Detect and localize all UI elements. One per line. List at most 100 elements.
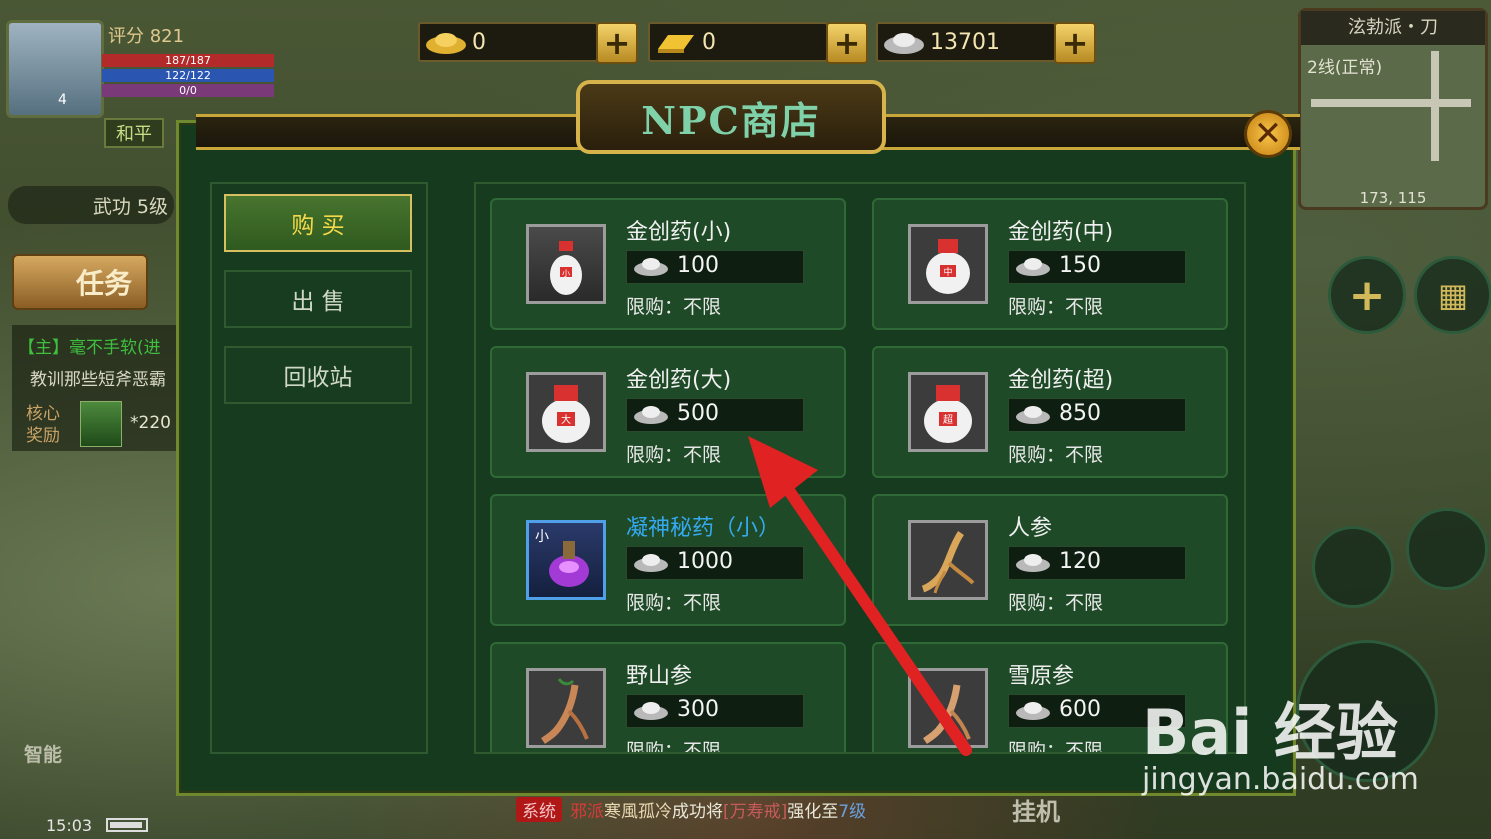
shop-item-card[interactable]: 中 金创药(中) 150 限购：不限 [872, 198, 1228, 330]
chat-level: 7级 [838, 801, 867, 822]
svg-text:小: 小 [562, 269, 570, 278]
add-silver-button[interactable]: + [1054, 22, 1096, 64]
chat-player: 寒風孤冷 [604, 801, 672, 822]
super-medicine-jar-icon: 超 [908, 372, 988, 452]
item-price-box: 300 [626, 694, 804, 728]
item-price: 120 [1059, 549, 1101, 574]
shop-item-card[interactable]: 野山参 300 限购：不限 [490, 642, 846, 752]
add-skill-button[interactable]: + [1328, 256, 1406, 334]
currency-value: 0 [472, 29, 486, 55]
close-button[interactable]: ✕ [1244, 110, 1292, 158]
battery-icon [106, 818, 148, 832]
item-price-box: 850 [1008, 398, 1186, 432]
shop-item-card[interactable]: 超 金创药(超) 850 限购：不限 [872, 346, 1228, 478]
currency-gold-bar: 0 [648, 22, 828, 62]
shop-item-grid: 小 金创药(小) 100 限购：不限 中 金创药(中) 150 限购：不限 大 … [474, 182, 1246, 754]
quest-desc: 教训那些短斧恶霸 [30, 370, 166, 390]
shop-item-card[interactable]: 人参 120 限购：不限 [872, 494, 1228, 626]
currency-value: 0 [702, 29, 716, 55]
shop-item-card[interactable]: 大 金创药(大) 500 限购：不限 [490, 346, 846, 478]
shop-title-plate: NPC商店 [576, 80, 886, 154]
system-chat[interactable]: 系统 邪派 寒風孤冷 成功将 [万寿戒] 强化至 7级 [516, 796, 866, 822]
silver-ingot-icon [1016, 702, 1050, 720]
martial-level[interactable]: 武功 5级 [8, 186, 174, 224]
player-avatar[interactable] [6, 20, 104, 118]
item-price: 100 [677, 253, 719, 278]
quest-tracker[interactable]: 【主】毫不手软(进 教训那些短斧恶霸 核心奖励 *220 [12, 325, 182, 451]
reward-label: 核心奖励 [26, 404, 60, 446]
quest-title: 【主】毫不手软(进 [18, 338, 161, 358]
currency-silver: 13701 [876, 22, 1056, 62]
item-limit: 限购：不限 [626, 444, 722, 466]
currency-value: 13701 [930, 29, 1000, 55]
shop-item-card[interactable]: 小 凝神秘药（小） 1000 限购：不限 [490, 494, 846, 626]
mp-bar: 122/122 [102, 69, 274, 82]
item-name: 野山参 [626, 664, 693, 689]
add-gold-ingot-button[interactable]: + [596, 22, 638, 64]
wild-ginseng-icon [526, 668, 606, 748]
small-medicine-jar-icon: 小 [526, 224, 606, 304]
skill-button[interactable] [1312, 526, 1394, 608]
skill-button[interactable] [1406, 508, 1488, 590]
shop-tab-column [210, 182, 428, 754]
pk-mode-button[interactable]: 和平 [104, 118, 164, 148]
baidu-watermark: Bai 经验 jingyan.baidu.com [1142, 682, 1419, 797]
score-label: 评分 821 [108, 26, 185, 47]
ginseng-icon [908, 520, 988, 600]
player-coordinates: 173, 115 [1359, 189, 1427, 207]
task-button[interactable]: 任务 [12, 254, 148, 310]
minimap-title: 泫勃派・刀 [1301, 11, 1485, 45]
silver-ingot-icon [634, 554, 668, 572]
chat-channel-badge: 系统 [516, 796, 562, 822]
map-road [1311, 99, 1471, 107]
item-name: 金创药(超) [1008, 368, 1114, 393]
silver-ingot-icon [634, 702, 668, 720]
chat-text: 强化至 [787, 801, 839, 822]
silver-ingot-icon [634, 406, 668, 424]
item-price: 150 [1059, 253, 1101, 278]
watermark-logo: Bai 经验 [1142, 696, 1398, 769]
item-limit: 限购：不限 [626, 592, 722, 614]
chat-faction: 邪派 [570, 801, 604, 822]
item-limit: 限购：不限 [1008, 444, 1104, 466]
svg-text:中: 中 [943, 266, 952, 278]
snow-ginseng-icon [908, 668, 988, 748]
close-icon: ✕ [1253, 114, 1283, 154]
tab-buy[interactable]: 购 买 [224, 194, 412, 252]
chat-text: 成功将 [672, 801, 723, 822]
large-medicine-jar-icon: 大 [526, 372, 606, 452]
item-limit: 限购：不限 [1008, 740, 1104, 754]
rage-bar: 0/0 [102, 84, 274, 97]
menu-grid-button[interactable]: ▦ [1414, 256, 1491, 334]
item-price: 300 [677, 697, 719, 722]
item-price-box: 100 [626, 250, 804, 284]
shop-item-card[interactable]: 小 金创药(小) 100 限购：不限 [490, 198, 846, 330]
reward-value: *220 [130, 413, 171, 433]
svg-text:大: 大 [561, 413, 571, 426]
item-limit: 限购：不限 [1008, 296, 1104, 318]
medium-medicine-jar-icon: 中 [908, 224, 988, 304]
item-price: 850 [1059, 401, 1101, 426]
silver-ingot-icon [1016, 406, 1050, 424]
item-price: 600 [1059, 697, 1101, 722]
tab-sell[interactable]: 出 售 [224, 270, 412, 328]
auto-button[interactable]: 智能 [24, 740, 94, 784]
task-button-label: 任务 [75, 267, 132, 300]
hp-bar: 187/187 [102, 54, 274, 67]
tab-recycle[interactable]: 回收站 [224, 346, 412, 404]
item-name: 金创药(中) [1008, 220, 1114, 245]
item-price-box: 500 [626, 398, 804, 432]
silver-ingot-icon [884, 33, 924, 54]
item-limit: 限购：不限 [1008, 592, 1104, 614]
shop-title: NPC商店 [641, 97, 821, 143]
exp-icon [80, 401, 122, 447]
afk-button[interactable]: 挂机 [1012, 792, 1060, 827]
add-gold-bar-button[interactable]: + [826, 22, 868, 64]
item-price-box: 1000 [626, 546, 804, 580]
minimap[interactable]: 泫勃派・刀 2线(正常) 173, 115 [1298, 8, 1488, 210]
silver-ingot-icon [1016, 258, 1050, 276]
watermark-url: jingyan.baidu.com [1142, 762, 1419, 797]
gold-bar-icon [658, 35, 694, 53]
auto-label: 智能 [24, 744, 63, 766]
chat-item-link[interactable]: [万寿戒] [723, 797, 787, 822]
